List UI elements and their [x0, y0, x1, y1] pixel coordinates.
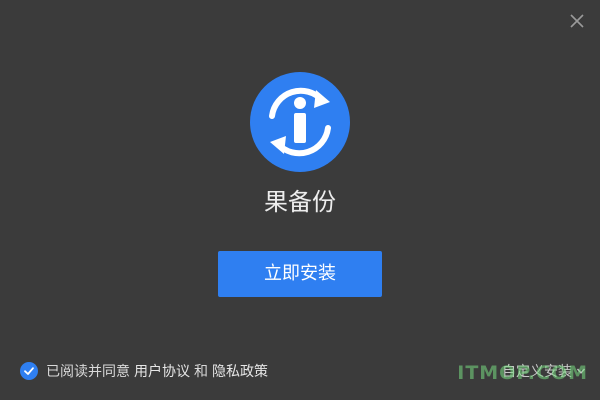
install-now-button[interactable]: 立即安装: [218, 251, 382, 297]
installer-window: 果备份 立即安装 已阅读并同意 用户协议 和 隐私政策 自定义安装 ITMOP.…: [0, 0, 600, 400]
app-title: 果备份: [264, 188, 336, 216]
agreement-conjunction: 和: [194, 364, 208, 380]
close-button[interactable]: [568, 12, 586, 30]
app-logo-icon: [250, 72, 350, 172]
close-icon: [570, 14, 584, 28]
user-agreement-link[interactable]: 用户协议: [134, 361, 190, 381]
custom-install-label: 自定义安装: [502, 364, 572, 380]
custom-install-button[interactable]: 自定义安装: [502, 361, 586, 381]
checkmark-icon: [24, 367, 34, 375]
agreement-row: 已阅读并同意 用户协议 和 隐私政策: [20, 361, 268, 381]
chevron-down-icon: [576, 368, 586, 374]
agreement-prefix: 已阅读并同意: [46, 364, 130, 380]
agreement-checkbox[interactable]: [20, 362, 38, 380]
privacy-policy-link[interactable]: 隐私政策: [212, 361, 268, 381]
